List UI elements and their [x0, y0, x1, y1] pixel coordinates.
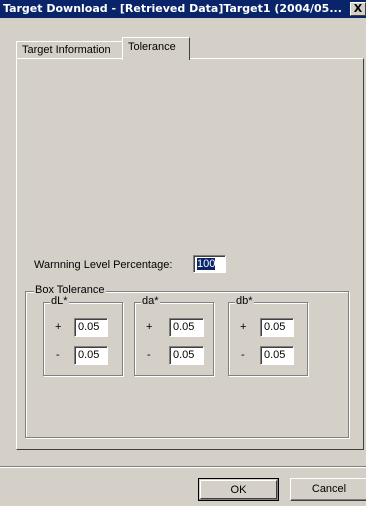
- da-minus-input[interactable]: 0.05: [169, 346, 204, 365]
- dl-group-label: dL*: [50, 295, 69, 307]
- dl-plus-input[interactable]: 0.05: [74, 318, 108, 337]
- tab-target-information[interactable]: Target Information: [16, 41, 123, 59]
- close-icon[interactable]: X: [350, 2, 366, 16]
- db-plus-input[interactable]: 0.05: [260, 318, 294, 337]
- dl-minus-sign: -: [56, 349, 60, 361]
- dl-minus-input[interactable]: 0.05: [74, 346, 108, 365]
- db-minus-sign: -: [241, 349, 245, 361]
- warning-level-input[interactable]: 100: [193, 255, 226, 273]
- warning-level-label: Warnning Level Percentage:: [34, 259, 173, 271]
- db-plus-sign: +: [240, 321, 247, 333]
- warning-level-value: 100: [197, 258, 216, 270]
- footer-divider: [0, 466, 366, 468]
- da-group-label: da*: [141, 295, 160, 307]
- db-group-label: db*: [235, 295, 254, 307]
- ok-button[interactable]: OK: [198, 478, 279, 501]
- tab-tolerance[interactable]: Tolerance: [122, 37, 190, 60]
- target-download-dialog: Target Download - [Retrieved Data]Target…: [0, 0, 366, 506]
- da-plus-input[interactable]: 0.05: [169, 318, 204, 337]
- da-minus-sign: -: [147, 349, 151, 361]
- da-plus-sign: +: [146, 321, 153, 333]
- ok-button-label: OK: [200, 480, 277, 499]
- title-bar[interactable]: Target Download - [Retrieved Data]Target…: [0, 0, 366, 18]
- window-title: Target Download - [Retrieved Data]Target…: [3, 2, 342, 15]
- db-minus-input[interactable]: 0.05: [260, 346, 294, 365]
- dl-plus-sign: +: [55, 321, 62, 333]
- cancel-button[interactable]: Cancel: [290, 478, 366, 501]
- box-tolerance-label: Box Tolerance: [34, 284, 106, 296]
